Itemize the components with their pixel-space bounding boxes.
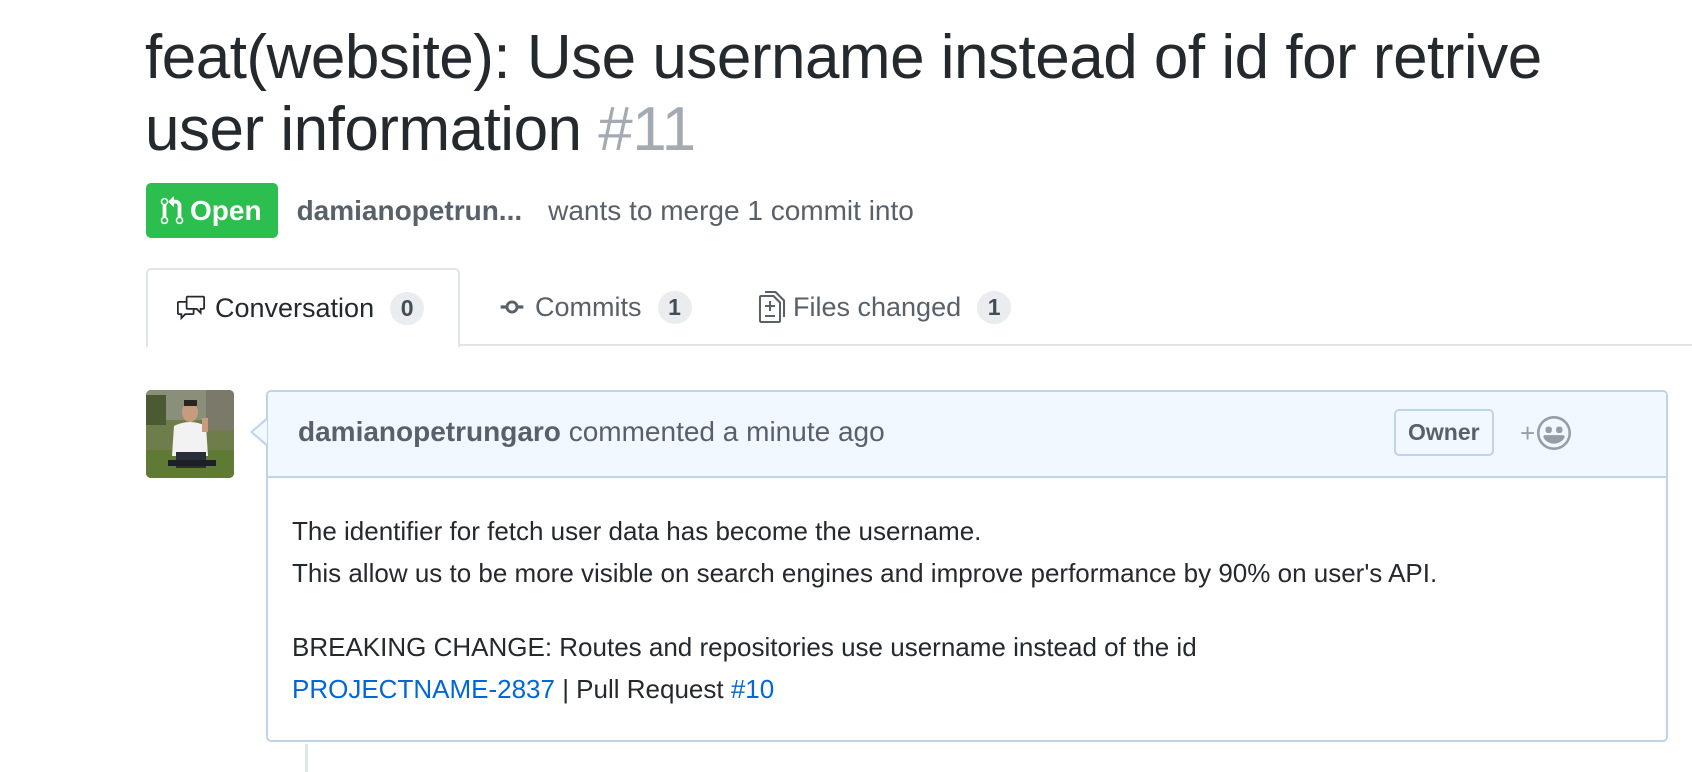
merge-description: wants to merge 1 commit into: [548, 194, 914, 226]
avatar-photo: [146, 390, 234, 478]
pr-author-link[interactable]: damianopetrun...: [297, 195, 523, 227]
pr-tabnav: Conversation 0 Commits 1 Files changed 1: [146, 268, 1692, 348]
comment-body: The identifier for fetch user data has b…: [292, 510, 1632, 710]
comment-caret-fill: [253, 420, 267, 444]
pr-meta: Open damianopetrun... wants to merge 1 c…: [146, 183, 914, 238]
state-badge-open: Open: [146, 183, 278, 238]
pr-number: #11: [598, 95, 696, 164]
tab-commits[interactable]: Commits 1: [497, 268, 692, 346]
comment-header-text: damianopetrungaro commented a minute ago: [298, 416, 885, 448]
state-label: Open: [190, 194, 262, 226]
timeline-line: [305, 744, 308, 772]
comment-header: damianopetrungaro commented a minute ago…: [268, 392, 1666, 478]
git-commit-icon: [500, 300, 524, 314]
tab-files-label: Files changed: [793, 291, 962, 322]
pull-request-page: feat(website): Use username instead of i…: [0, 0, 1692, 772]
files-count: 1: [977, 290, 1012, 324]
tab-conversation-label: Conversation: [215, 292, 375, 323]
tab-conversation[interactable]: Conversation 0: [146, 268, 460, 348]
pull-request-ref-link[interactable]: #10: [731, 674, 774, 704]
commits-count: 1: [657, 290, 692, 324]
plus-icon: +: [1520, 418, 1536, 448]
git-pull-request-icon: [160, 195, 184, 224]
comment-line-4-text: | Pull Request: [554, 674, 731, 704]
comment-line-4: PROJECTNAME-2837 | Pull Request #10: [292, 668, 1632, 710]
tab-files-changed[interactable]: Files changed 1: [759, 268, 1012, 346]
comment-author-link[interactable]: damianopetrungaro: [298, 416, 561, 447]
timeline-comment: damianopetrungaro commented a minute ago…: [266, 390, 1668, 742]
add-reaction-button[interactable]: +: [1520, 414, 1572, 452]
tab-commits-label: Commits: [535, 291, 642, 322]
comment-discussion-icon: [177, 295, 205, 321]
smiley-icon: [1537, 416, 1572, 450]
owner-label: Owner: [1394, 409, 1494, 456]
page-title: feat(website): Use username instead of i…: [145, 22, 1675, 166]
pr-title-text: feat(website): Use username instead of i…: [145, 23, 1542, 164]
file-diff-icon: [759, 291, 785, 323]
comment-line-2: This allow us to be more visible on sear…: [292, 558, 1438, 588]
jira-issue-link[interactable]: PROJECTNAME-2837: [292, 674, 555, 704]
comment-line-3: BREAKING CHANGE: Routes and repositories…: [292, 632, 1197, 662]
comment-timestamp[interactable]: commented a minute ago: [569, 416, 885, 447]
conversation-count: 0: [390, 291, 425, 325]
avatar[interactable]: [146, 390, 234, 478]
comment-line-1: The identifier for fetch user data has b…: [292, 516, 982, 546]
